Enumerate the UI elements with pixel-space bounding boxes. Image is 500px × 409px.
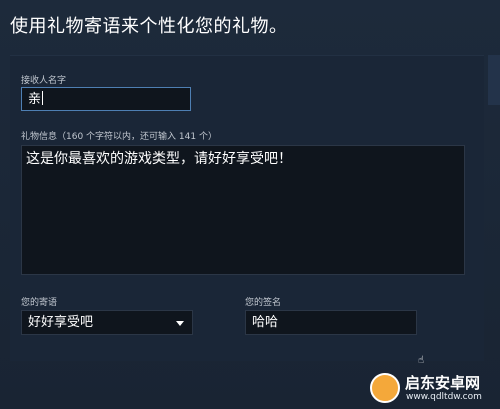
gift-message-page: 使用礼物寄语来个性化您的礼物。 接收人名字 亲 礼物信息（160 个字符以内，还… (0, 0, 500, 409)
recipient-name-input[interactable]: 亲 (21, 87, 191, 111)
chevron-down-icon (176, 321, 184, 326)
page-title: 使用礼物寄语来个性化您的礼物。 (10, 16, 288, 37)
watermark-title: 启东安卓网 (405, 374, 481, 392)
sentiment-label: 您的寄语 (21, 298, 58, 308)
recipient-label: 接收人名字 (21, 76, 67, 86)
sentiment-select[interactable]: 好好享受吧 (21, 310, 193, 335)
signature-label: 您的签名 (245, 298, 282, 308)
site-watermark: 启东安卓网 www.qdltdw.com (365, 368, 500, 409)
watermark-url: www.qdltdw.com (406, 392, 482, 402)
gift-message-value: 这是你最喜欢的游戏类型，请好好享受吧！ (26, 151, 292, 167)
gift-message-textarea[interactable]: 这是你最喜欢的游戏类型，请好好享受吧！ (21, 145, 465, 275)
signature-input[interactable]: 哈哈 (245, 310, 417, 335)
sentiment-selected-value: 好好享受吧 (28, 315, 94, 330)
signature-value: 哈哈 (252, 315, 279, 330)
recipient-name-value: 亲 (28, 92, 42, 107)
text-caret (42, 91, 44, 105)
message-label: 礼物信息（160 个字符以内，还可输入 141 个） (21, 132, 217, 142)
pointer-hand-icon: ☝ (418, 355, 425, 366)
watermark-logo-icon (370, 373, 400, 403)
scroll-strip (488, 55, 500, 105)
